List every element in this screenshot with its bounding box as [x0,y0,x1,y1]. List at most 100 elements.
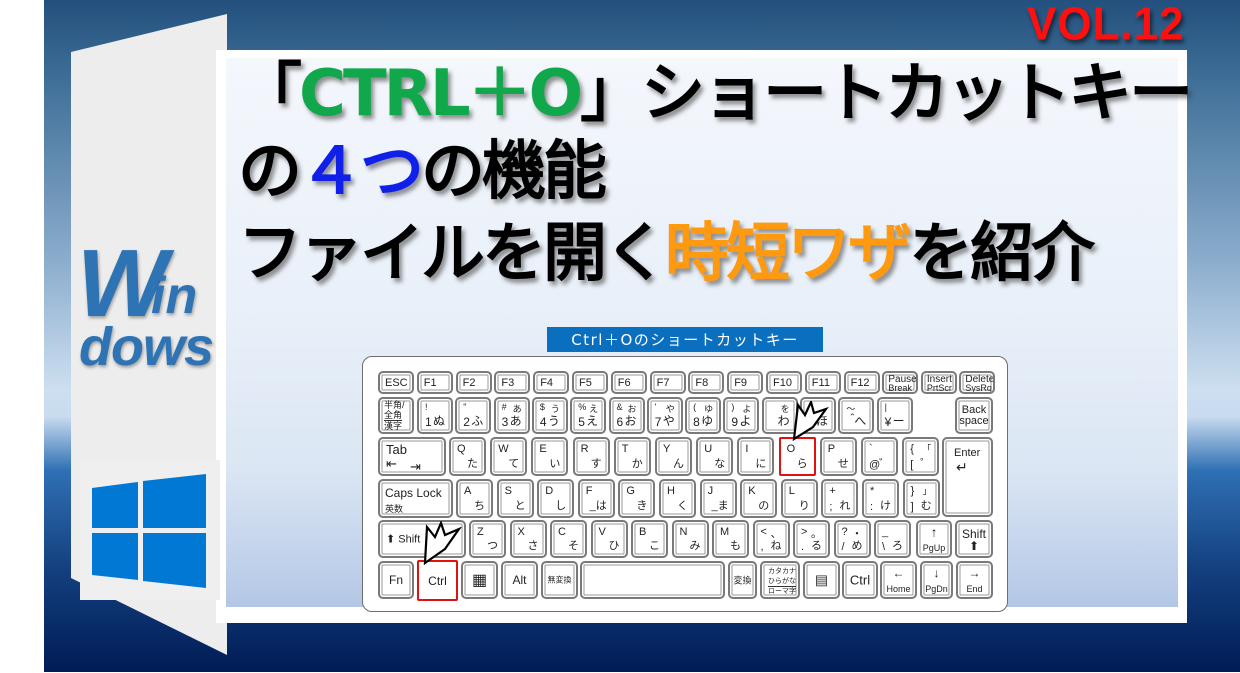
key-number-7[interactable]: ' や 7 や [646,397,683,434]
key-insert[interactable]: Insert PrtScr [920,371,957,394]
key-w[interactable]: Wて [490,437,528,476]
key-label: End [966,583,983,594]
key-v[interactable]: Vひ [590,520,628,558]
key-k[interactable]: Kの [740,479,778,518]
key-symbol-7[interactable]: <、, ね [752,520,790,558]
key-o[interactable]: Oら [778,437,816,476]
key-m[interactable]: Mも [712,520,749,558]
key-s[interactable]: Sと [496,479,534,518]
key-symbol-9[interactable]: +; れ [821,479,859,518]
key-kana: あ [509,414,522,428]
key-number-12[interactable]: ～ ＾ へ [838,397,875,434]
key-r[interactable]: Rす [572,437,610,476]
key-menu[interactable]: ▤ [803,561,840,599]
key-windows[interactable]: ▦ [461,561,498,599]
key-symbol-10[interactable]: ` @ ゛ [861,437,898,476]
key-a[interactable]: Aち [456,479,493,518]
key-kana: の [758,500,770,512]
key-g[interactable]: Gき [618,479,656,518]
key-ctrl-left[interactable]: Ctrl [417,560,458,601]
key-hankaku-zenkaku[interactable]: 半角/全角 漢字 [378,397,414,434]
key-j[interactable]: J _ま [699,479,737,518]
key-tab[interactable]: Tab ⇤ ⇥ [378,437,446,476]
key-number-8[interactable]: (ゆ 8 ゆ [685,397,722,434]
key-f3[interactable]: F3 [494,371,531,394]
key-ctrl-right[interactable]: Ctrl [842,561,878,599]
key-label: カタカナ [768,568,796,575]
key-enter[interactable]: Enter ↵ [942,437,993,517]
key-f7[interactable]: F7 [649,371,686,394]
key-backspace[interactable]: Back space [955,397,993,434]
key-e[interactable]: Eい [531,437,569,476]
key-esc[interactable]: ESC [378,371,414,394]
key-symbol-11[interactable]: } 」] む [902,479,940,518]
key-c[interactable]: Cそ [550,520,587,558]
key-muhenkan[interactable]: 無変換 [541,561,578,599]
key-label: F12 [850,377,870,389]
key-p[interactable]: Pせ [819,437,857,476]
windows-logo-icon [92,474,206,588]
key-f1[interactable]: F1 [416,371,453,394]
arrow-up-bold-icon: ⬆ [968,539,980,554]
key-x[interactable]: Xさ [509,520,547,558]
key-kana: め [851,540,863,552]
key-caps-lock[interactable]: Caps Lock 英数 [378,479,453,518]
key-kana: く [677,500,688,512]
key-f12[interactable]: F12 [843,371,880,394]
key-u[interactable]: Uな [696,437,734,476]
key-fn[interactable]: Fn [378,561,414,599]
key-number-6[interactable]: & お 6 お [608,397,645,434]
key-pause[interactable]: Pause Break [882,371,919,394]
key-f8[interactable]: F8 [688,371,725,394]
key-space[interactable] [580,561,725,599]
key-number-1[interactable]: ! 1 ぬ [417,397,453,434]
key-number-4[interactable]: $ う 4 う [531,397,568,434]
key-letter: B [639,526,647,538]
key-kana[interactable]: カタカナ ひらがな ローマ字 [760,561,800,599]
key-f11[interactable]: F11 [804,371,841,394]
key-d[interactable]: Dし [537,479,575,518]
key-kana-shift: 「 [922,444,932,454]
key-q[interactable]: Qた [449,437,486,476]
key-symbol-8[interactable]: >。. る [793,520,830,558]
key-number-13[interactable]: | ¥ ー [876,397,913,434]
key-henkan[interactable]: 変換 [728,561,757,599]
key-f10[interactable]: F10 [766,371,802,394]
key-label: F4 [540,377,554,389]
key-f5[interactable]: F5 [572,371,608,394]
key-symbol-10[interactable]: _ \ ろ [874,520,911,558]
key-end[interactable]: → End [956,561,993,599]
key-n[interactable]: Nみ [671,520,709,558]
key-kana: て [508,458,520,470]
key-f9[interactable]: F9 [727,371,764,394]
key-letter: D [545,485,554,497]
key-number-3[interactable]: # あ 3 あ [493,397,530,434]
key-f[interactable]: F _は [577,479,615,518]
key-shift-right[interactable]: Shift ⬆ [955,520,993,558]
key-number-2[interactable]: " 2 ふ [455,397,492,434]
key-symbol-11[interactable]: {「 [゜ [902,437,940,476]
key-alt[interactable]: Alt [501,561,538,599]
key-number-5[interactable]: % え 5 え [570,397,607,434]
key-pgup[interactable]: ↑ PgUp [916,520,952,558]
key-number-9[interactable]: ) よ 9 よ [723,397,760,434]
key-kana-shift: 」 [922,486,932,496]
key-z[interactable]: Zつ [469,520,506,558]
key-f6[interactable]: F6 [610,371,647,394]
key-home[interactable]: ← Home [880,561,917,599]
key-f4[interactable]: F4 [533,371,570,394]
key-y[interactable]: Yん [655,437,692,476]
key-l[interactable]: Lり [780,479,818,518]
key-delete[interactable]: Delete SysRq [959,371,996,394]
key-h[interactable]: Hく [659,479,696,518]
title-four: ４つ [299,135,424,209]
key-i[interactable]: Iに [737,437,775,476]
key-symbol-10[interactable]: *: け [862,479,899,518]
key-f2[interactable]: F2 [455,371,492,394]
key-t[interactable]: Tか [613,437,651,476]
key-symbol-9[interactable]: ? ・ / め [833,520,871,558]
key-pgdn[interactable]: ↓ PgDn [920,561,953,599]
key-letter: ? [841,526,848,538]
key-b[interactable]: Bこ [631,520,668,558]
key-symbol: / [841,541,845,553]
